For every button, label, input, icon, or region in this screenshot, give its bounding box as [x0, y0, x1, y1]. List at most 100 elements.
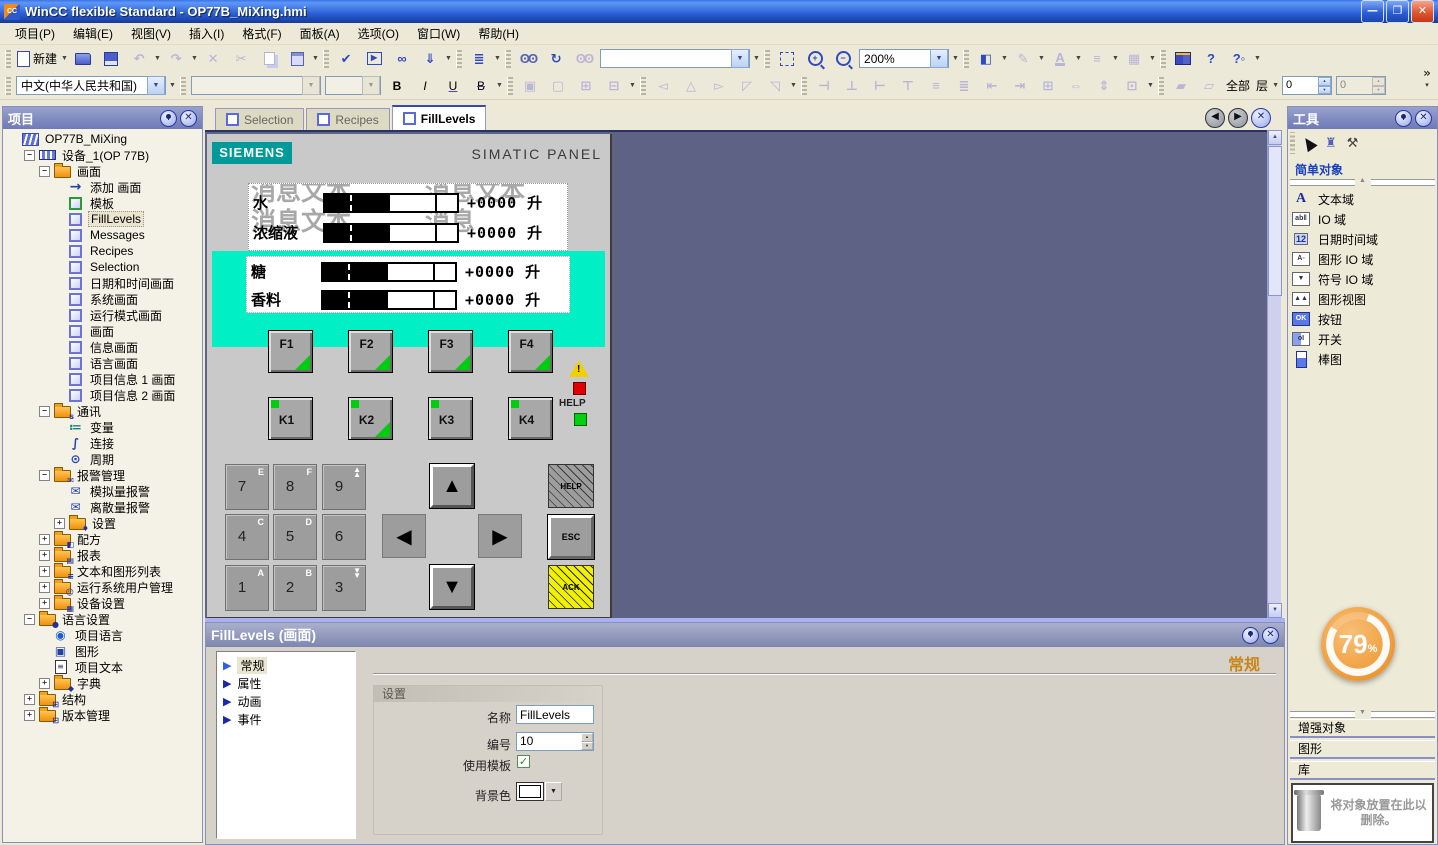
layer-spinner[interactable]: 0▲▼	[1282, 76, 1332, 95]
tab-selection[interactable]: Selection	[215, 108, 304, 130]
flip-rotate-tool-1[interactable]: △	[677, 74, 705, 98]
dropdown-arrow-icon[interactable]: ▼	[311, 48, 320, 70]
toolbar-grip[interactable]	[180, 77, 186, 95]
section-bar-1[interactable]: 图形	[1290, 740, 1435, 759]
dropdown-arrow-icon[interactable]: ▼	[1037, 48, 1046, 70]
group-tool-0[interactable]: ▣	[516, 74, 544, 98]
tree-item[interactable]: 模板	[5, 195, 200, 211]
tab-filllevels[interactable]: FillLevels	[392, 105, 487, 130]
io-field[interactable]: +0000 升	[467, 194, 543, 212]
tree-item[interactable]: +≡文本和图形列表	[5, 563, 200, 579]
font-size-combo[interactable]: ▼	[325, 76, 381, 95]
redo-button[interactable]: ↷	[162, 47, 190, 71]
tree-item[interactable]: Messages	[5, 227, 200, 243]
use-template-checkbox[interactable]: ✓	[517, 755, 530, 768]
find-button[interactable]: ʘʘ	[514, 47, 542, 71]
tree-item[interactable]: 项目信息 2 画面	[5, 387, 200, 403]
tree-item[interactable]: ∫连接	[5, 435, 200, 451]
help-book-button[interactable]	[1169, 47, 1197, 71]
flip-rotate-tool-0[interactable]: ◅	[649, 74, 677, 98]
number-stepper[interactable]: 10 ▲▼	[516, 732, 594, 751]
toolbar-grip[interactable]	[505, 50, 511, 68]
align-tool-1[interactable]: ⊥	[838, 74, 866, 98]
tree-item[interactable]: +▤报表	[5, 547, 200, 563]
tool-symbolic-io-field[interactable]: ▼符号 IO 域	[1292, 269, 1435, 289]
expand-icon[interactable]: +	[24, 710, 35, 721]
underline-button[interactable]: U	[439, 74, 467, 98]
chevron-down-icon[interactable]: ▼	[302, 76, 320, 95]
new-dropdown-icon[interactable]: ▼	[60, 48, 69, 70]
chevron-up-icon[interactable]: ▲	[1355, 176, 1371, 186]
find-next-button[interactable]: ʘʘ	[570, 47, 598, 71]
flip-rotate-tool-4[interactable]: ◹	[761, 74, 789, 98]
menu-item-7[interactable]: 窗口(W)	[408, 23, 469, 44]
flip-rotate-tool-2[interactable]: ▻	[705, 74, 733, 98]
tree-item[interactable]: ✉模拟量报警	[5, 483, 200, 499]
spinner-up-icon[interactable]: ▲	[1318, 77, 1331, 86]
zoom-out-button[interactable]: −	[829, 47, 857, 71]
same-size-tool-0[interactable]: ⇔	[1062, 74, 1090, 98]
sort-button[interactable]: ≣	[465, 47, 493, 71]
open-button[interactable]	[69, 47, 97, 71]
screen-template-area[interactable]: 消息文本消息文本消息文本消息水+0000 升浓缩液+0000 升	[248, 183, 568, 251]
delete-drop-zone[interactable]: 将对象放置在此以删除。	[1291, 783, 1434, 843]
undo-button[interactable]: ↶	[125, 47, 153, 71]
menu-item-4[interactable]: 格式(F)	[233, 23, 290, 44]
group-tool-1[interactable]: ▢	[544, 74, 572, 98]
bgcolor-swatch[interactable]	[516, 782, 544, 801]
toolbar-grip[interactable]	[1160, 50, 1166, 68]
scroll-down-icon[interactable]: ▼	[1268, 603, 1282, 618]
border-style-button[interactable]: ▦	[1120, 47, 1148, 71]
tree-item[interactable]: −画面	[5, 163, 200, 179]
find-refresh-button[interactable]: ↻	[542, 47, 570, 71]
tree-item[interactable]: −s通讯	[5, 403, 200, 419]
save-button[interactable]	[97, 47, 125, 71]
expand-icon[interactable]: +	[24, 694, 35, 705]
strikethrough-button[interactable]: B	[467, 74, 495, 98]
tree-item[interactable]: +⊟版本管理	[5, 707, 200, 723]
toolbar-grip[interactable]	[507, 77, 513, 95]
dropdown-arrow-icon[interactable]: ▼	[493, 48, 502, 70]
align-tool-2[interactable]: ⊢	[866, 74, 894, 98]
bargraph[interactable]	[323, 193, 459, 213]
same-size-tool-1[interactable]: ⇕	[1090, 74, 1118, 98]
minimize-button[interactable]: —	[1361, 0, 1384, 23]
toolbar-overflow-button[interactable]: »▾	[1420, 68, 1434, 90]
screen-fill-area[interactable]: 糖+0000 升香料+0000 升	[246, 256, 570, 313]
tree-item[interactable]: 项目信息 1 画面	[5, 371, 200, 387]
tree-item[interactable]: 画面	[5, 323, 200, 339]
tree-item[interactable]: ⊙周期	[5, 451, 200, 467]
bold-button[interactable]: B	[383, 74, 411, 98]
chevron-down-icon[interactable]: ▼	[1355, 708, 1371, 718]
tool-button[interactable]: OK按钮	[1292, 309, 1435, 329]
search-combo[interactable]: ▼	[600, 49, 750, 68]
expand-icon[interactable]: +	[39, 582, 50, 593]
tree-item[interactable]: +☺运行系统用户管理	[5, 579, 200, 595]
tree-item[interactable]: 语言画面	[5, 355, 200, 371]
line-style-button[interactable]: ≡	[1083, 47, 1111, 71]
tab-recipes[interactable]: Recipes	[306, 108, 389, 130]
align-tool-0[interactable]: ⊣	[810, 74, 838, 98]
toolbar-grip[interactable]	[801, 77, 807, 95]
expand-icon[interactable]: +	[39, 534, 50, 545]
dropdown-arrow-icon[interactable]: ▼	[1146, 75, 1155, 97]
group-tool-3[interactable]: ⊟	[600, 74, 628, 98]
restore-button[interactable]: ❐	[1386, 0, 1409, 23]
tool-io-field[interactable]: ab‖IO 域	[1292, 209, 1435, 229]
tree-item[interactable]: +⊞结构	[5, 691, 200, 707]
menu-item-2[interactable]: 视图(V)	[122, 23, 180, 44]
preview-button[interactable]: ∞	[388, 47, 416, 71]
screen-editor-canvas[interactable]: SIEMENS SIMATIC PANEL 消息文本消息文本消息文本消息水+00…	[205, 130, 1267, 618]
spinner-down-icon[interactable]: ▼	[1372, 86, 1385, 95]
dropdown-arrow-icon[interactable]: ▼	[153, 48, 162, 70]
transfer-button[interactable]: ⇓	[416, 47, 444, 71]
paste-button[interactable]	[283, 47, 311, 71]
close-icon[interactable]: ✕	[1262, 627, 1279, 644]
toolbar-grip[interactable]	[456, 50, 462, 68]
close-button[interactable]: ✕	[1411, 0, 1434, 23]
align-tool-6[interactable]: ⇤	[978, 74, 1006, 98]
toolbar-grip[interactable]	[5, 50, 11, 68]
bar-label[interactable]: 浓缩液	[253, 225, 298, 243]
expand-icon[interactable]: +	[54, 518, 65, 529]
close-icon[interactable]: ✕	[180, 110, 197, 127]
